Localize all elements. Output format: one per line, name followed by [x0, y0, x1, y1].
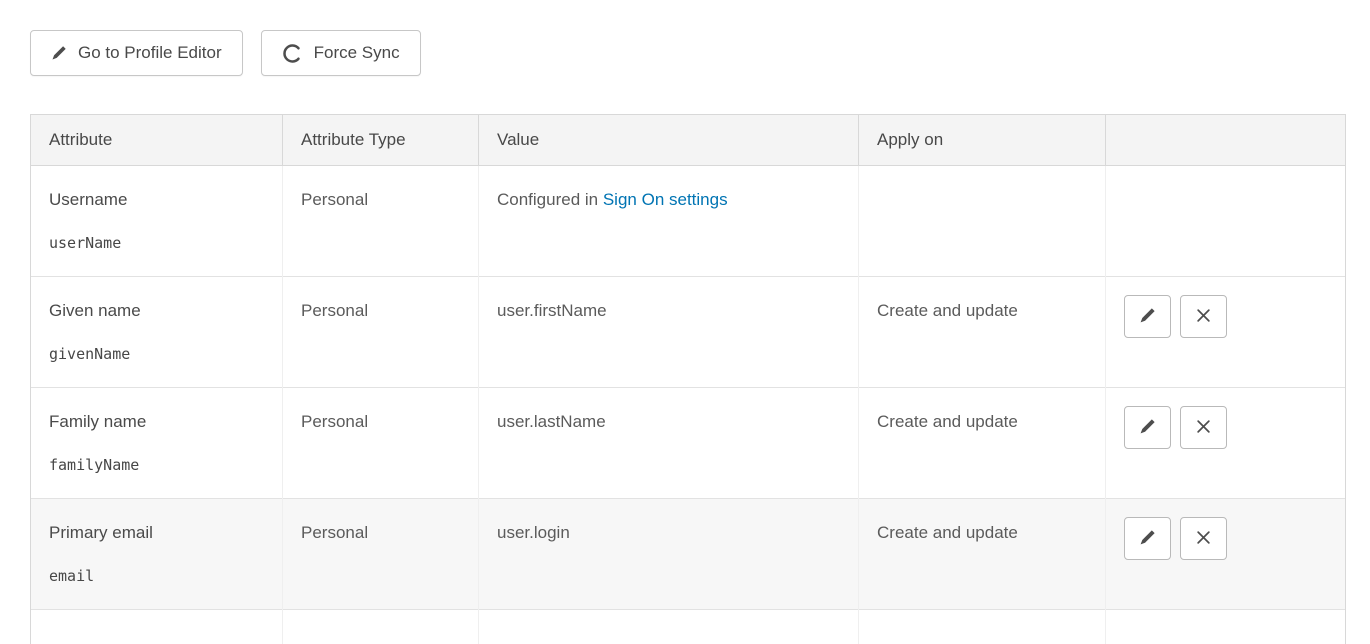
table-row-partial: [31, 610, 1346, 644]
header-attribute: Attribute: [31, 115, 283, 166]
attribute-type-cell: Personal: [283, 277, 479, 388]
apply-on-cell: [859, 166, 1106, 277]
go-to-profile-editor-button[interactable]: Go to Profile Editor: [30, 30, 243, 76]
actions-cell: [1106, 499, 1346, 610]
delete-attribute-button[interactable]: [1180, 517, 1227, 560]
pencil-icon: [1139, 307, 1156, 327]
delete-attribute-button[interactable]: [1180, 406, 1227, 449]
value-cell: Configured in Sign On settings: [479, 166, 859, 277]
apply-on-cell: Create and update: [859, 499, 1106, 610]
close-icon: [1196, 419, 1211, 437]
delete-attribute-button[interactable]: [1180, 295, 1227, 338]
sign-on-settings-link[interactable]: Sign On settings: [603, 190, 728, 209]
attribute-variable: givenName: [49, 345, 264, 363]
actions-cell: [1106, 388, 1346, 499]
header-value: Value: [479, 115, 859, 166]
go-to-profile-editor-label: Go to Profile Editor: [78, 43, 222, 63]
header-actions: [1106, 115, 1346, 166]
force-sync-label: Force Sync: [314, 43, 400, 63]
header-attribute-type: Attribute Type: [283, 115, 479, 166]
attribute-type-cell: Personal: [283, 499, 479, 610]
value-cell: user.lastName: [479, 388, 859, 499]
attribute-type-cell: Personal: [283, 388, 479, 499]
pencil-icon: [51, 45, 67, 61]
value-prefix: Configured in: [497, 190, 603, 209]
pencil-icon: [1139, 529, 1156, 549]
attribute-label: Primary email: [49, 523, 264, 543]
actions-cell: [1106, 166, 1346, 277]
attribute-variable: familyName: [49, 456, 264, 474]
attribute-variable: userName: [49, 234, 264, 252]
attribute-mappings-page: Go to Profile Editor Force Sync Attribut…: [0, 0, 1370, 644]
table-row-given-name: Given name givenName Personal user.first…: [31, 277, 1346, 388]
edit-attribute-button[interactable]: [1124, 406, 1171, 449]
attribute-label: Username: [49, 190, 264, 210]
actions-cell: [1106, 277, 1346, 388]
attribute-label: Given name: [49, 301, 264, 321]
refresh-icon: [282, 43, 303, 64]
attribute-mappings-table: Attribute Attribute Type Value Apply on …: [30, 114, 1346, 644]
close-icon: [1196, 530, 1211, 548]
value-cell: user.login: [479, 499, 859, 610]
apply-on-cell: Create and update: [859, 277, 1106, 388]
table-row-primary-email: Primary email email Personal user.login …: [31, 499, 1346, 610]
force-sync-button[interactable]: Force Sync: [261, 30, 421, 76]
toolbar: Go to Profile Editor Force Sync: [30, 30, 1345, 76]
table-row-family-name: Family name familyName Personal user.las…: [31, 388, 1346, 499]
close-icon: [1196, 308, 1211, 326]
pencil-icon: [1139, 418, 1156, 438]
header-apply-on: Apply on: [859, 115, 1106, 166]
edit-attribute-button[interactable]: [1124, 517, 1171, 560]
table-row-username: Username userName Personal Configured in…: [31, 166, 1346, 277]
attribute-type-cell: Personal: [283, 166, 479, 277]
value-cell: user.firstName: [479, 277, 859, 388]
attribute-variable: email: [49, 567, 264, 585]
attribute-label: Family name: [49, 412, 264, 432]
edit-attribute-button[interactable]: [1124, 295, 1171, 338]
table-header-row: Attribute Attribute Type Value Apply on: [31, 115, 1346, 166]
apply-on-cell: Create and update: [859, 388, 1106, 499]
